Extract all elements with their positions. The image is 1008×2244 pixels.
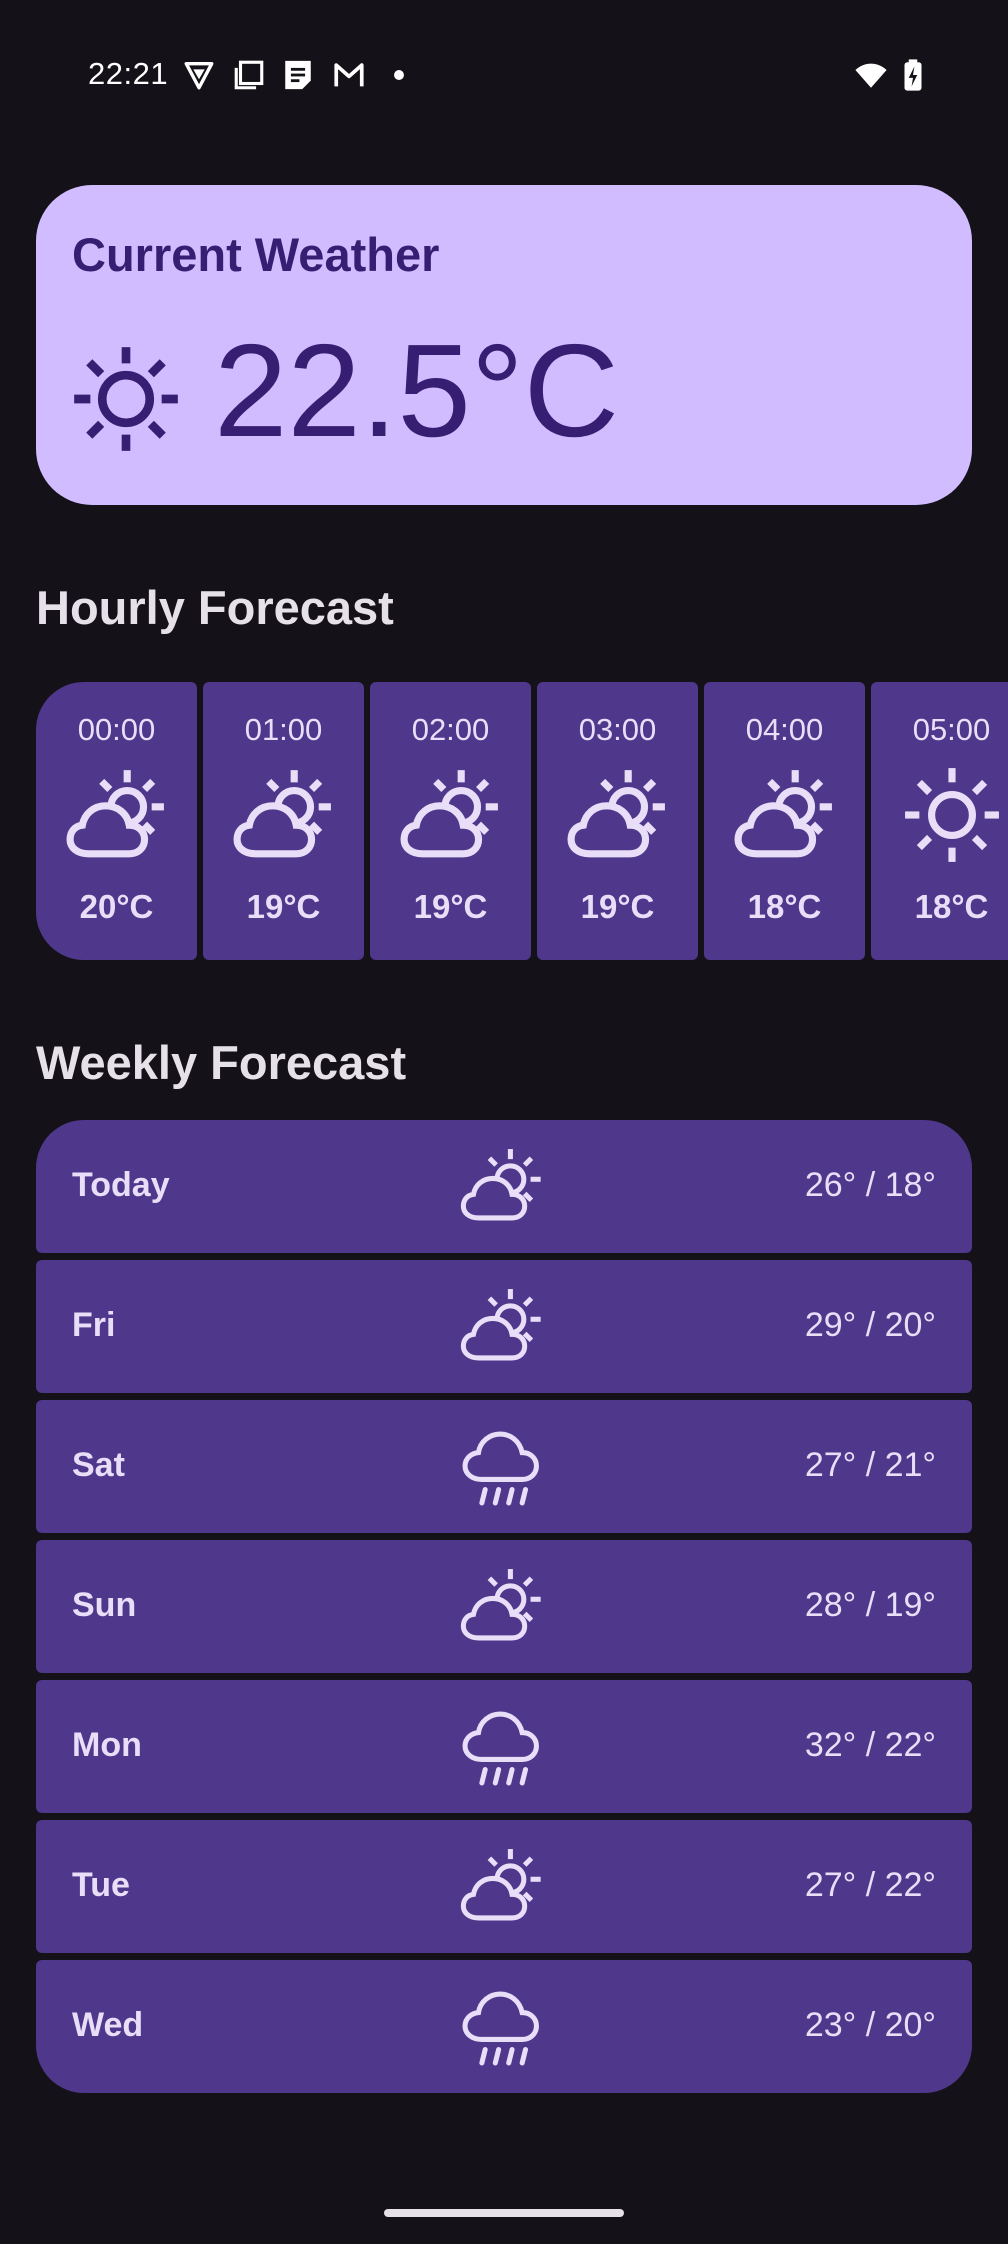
hourly-time: 04:00 (745, 712, 824, 747)
hourly-item: 03:00 19°C (537, 682, 698, 960)
partly-cloudy-icon (460, 1284, 544, 1368)
hourly-item: 05:00 18°C (871, 682, 1008, 960)
hourly-temp: 19°C (246, 888, 321, 925)
hourly-time: 02:00 (411, 712, 490, 747)
partly-cloudy-icon (66, 764, 168, 866)
sun-icon (901, 764, 1003, 866)
gmail-icon (332, 58, 366, 92)
home-indicator[interactable] (384, 2209, 624, 2217)
hourly-item: 04:00 18°C (704, 682, 865, 960)
weekly-day: Mon (72, 1726, 142, 1764)
weekly-forecast-title: Weekly Forecast (36, 1036, 407, 1089)
vpn-icon (182, 58, 216, 92)
weekly-row: Fri 29° / 20° (36, 1260, 972, 1393)
partly-cloudy-icon (567, 764, 669, 866)
hourly-item: 01:00 19°C (203, 682, 364, 960)
screenshot-icon (232, 58, 266, 92)
hourly-item: 00:00 20°C (36, 682, 197, 960)
weekly-day: Fri (72, 1306, 116, 1344)
weekly-day: Today (72, 1166, 170, 1204)
rain-icon (460, 1424, 544, 1508)
weekly-day: Sat (72, 1446, 125, 1484)
current-weather-card: Current Weather 22.5°C (36, 185, 972, 505)
notes-icon (281, 58, 315, 92)
hourly-time: 03:00 (578, 712, 657, 747)
weekly-row: Mon 32° / 22° (36, 1680, 972, 1813)
hourly-time: 00:00 (77, 712, 156, 747)
weekly-row: Sun 28° / 19° (36, 1540, 972, 1673)
weekly-temps: 32° / 22° (804, 1726, 936, 1764)
partly-cloudy-icon (734, 764, 836, 866)
hourly-forecast-title: Hourly Forecast (36, 581, 394, 634)
partly-cloudy-icon (460, 1844, 544, 1928)
weekly-row: Sat 27° / 21° (36, 1400, 972, 1533)
weekly-day: Wed (72, 2006, 144, 2044)
hourly-temp: 19°C (580, 888, 655, 925)
weekly-day: Tue (72, 1866, 130, 1904)
current-weather-title: Current Weather (72, 228, 440, 281)
weekly-row: Tue 27° / 22° (36, 1820, 972, 1953)
weekly-temps: 27° / 21° (804, 1446, 936, 1484)
hourly-temp: 19°C (413, 888, 488, 925)
weekly-day: Sun (72, 1586, 137, 1624)
battery-charging-icon (896, 58, 930, 92)
hourly-time: 05:00 (912, 712, 991, 747)
hourly-forecast-list[interactable]: 00:00 20°C 01:00 19°C 02:00 19°C 03:00 1… (36, 682, 1008, 962)
current-temperature: 22.5°C (214, 317, 620, 464)
partly-cloudy-icon (400, 764, 502, 866)
weekly-temps: 26° / 18° (804, 1166, 936, 1204)
rain-icon (460, 1704, 544, 1788)
weekly-row: Today 26° / 18° (36, 1120, 972, 1253)
sun-icon (72, 345, 180, 453)
status-time: 22:21 (88, 56, 169, 91)
weather-screen: 22:21 Current Weather 22.5°C Hourly Fore… (0, 0, 1008, 2244)
hourly-item: 02:00 19°C (370, 682, 531, 960)
weekly-temps: 28° / 19° (804, 1586, 936, 1624)
hourly-temp: 18°C (747, 888, 822, 925)
weekly-temps: 29° / 20° (804, 1306, 936, 1344)
status-bar: 22:21 (0, 0, 1008, 150)
partly-cloudy-icon (460, 1564, 544, 1648)
weekly-row: Wed 23° / 20° (36, 1960, 972, 2093)
partly-cloudy-icon (233, 764, 335, 866)
partly-cloudy-icon (460, 1144, 544, 1228)
hourly-temp: 20°C (79, 888, 154, 925)
weekly-temps: 27° / 22° (804, 1866, 936, 1904)
hourly-time: 01:00 (244, 712, 323, 747)
rain-icon (460, 1984, 544, 2068)
wifi-icon (852, 58, 890, 92)
weekly-temps: 23° / 20° (804, 2006, 936, 2044)
hourly-temp: 18°C (914, 888, 989, 925)
notification-dot-icon (382, 58, 416, 92)
